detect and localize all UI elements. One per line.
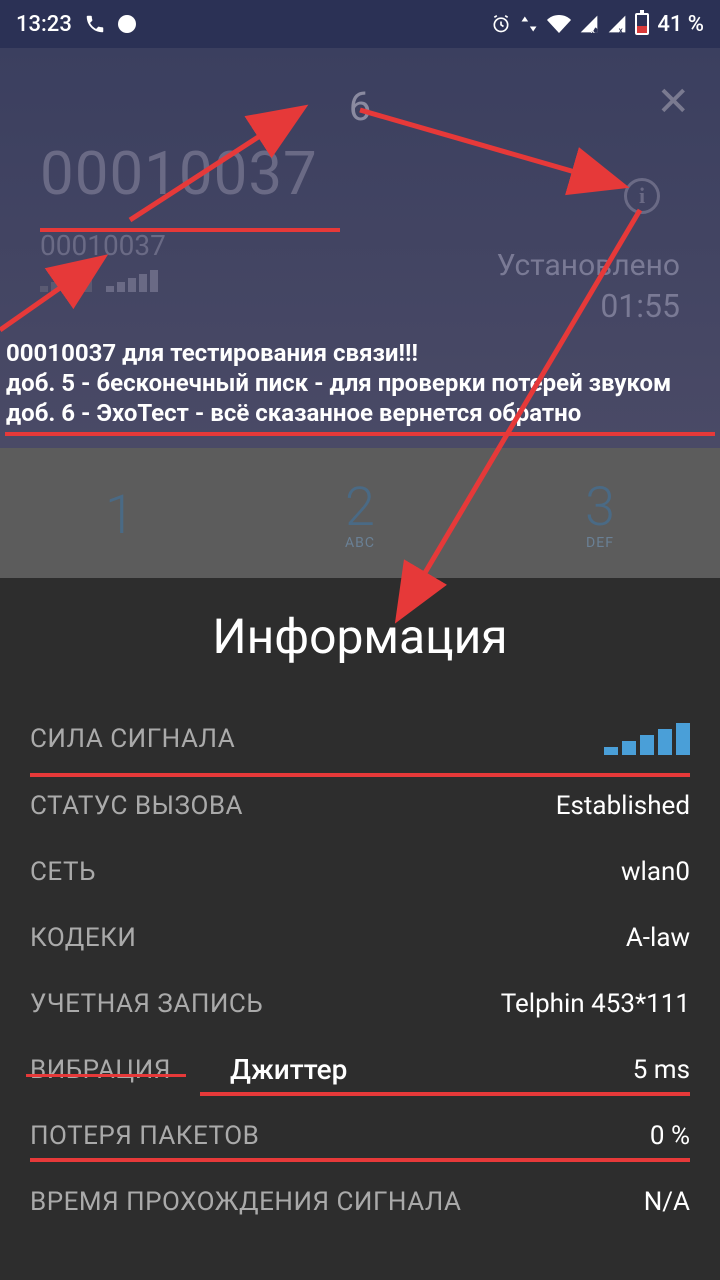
info-value: 0 % [650, 1121, 690, 1151]
status-left: 13:23 [16, 12, 136, 37]
info-row-signal: СИЛА СИГНАЛА [30, 705, 690, 773]
signal-strength-icon [604, 723, 690, 755]
info-row-codecs: КОДЕКИ A-law [30, 905, 690, 971]
info-label: СТАТУС ВЫЗОВА [30, 791, 243, 821]
info-label: СЕТЬ [30, 857, 96, 887]
jitter-annotation: Джиттер [230, 1053, 347, 1086]
underline-packetloss [30, 1158, 690, 1162]
signal-1-icon: x [579, 14, 599, 34]
dial-key-1[interactable]: 1 [0, 448, 240, 578]
dialpad: 1 2 ABC 3 DEF [0, 448, 720, 578]
annotation-text: 00010037 для тестирования связи!!! доб. … [6, 338, 671, 428]
underline-annotation [5, 432, 715, 436]
call-area: 6 ✕ 00010037 00010037 i Установлено 01:5… [0, 48, 720, 448]
strike-vibration [26, 1074, 186, 1077]
signal-2-icon: x [607, 14, 627, 34]
key-number: 3 [585, 476, 615, 539]
call-status-text: Установлено [497, 248, 680, 283]
info-label: ВИБРАЦИЯ [30, 1055, 171, 1085]
info-row-latency: ВРЕМЯ ПРОХОЖДЕНИЯ СИГНАЛА N/A [30, 1169, 690, 1235]
dtmf-digit: 6 [349, 83, 371, 130]
key-letters: ABC [345, 535, 375, 551]
info-row-account: УЧЕТНАЯ ЗАПИСЬ Telphin 453*111 [30, 971, 690, 1037]
underline-jitter [200, 1092, 690, 1096]
close-button[interactable]: ✕ [656, 78, 690, 125]
underline-signal [30, 773, 690, 777]
call-status-block: Установлено 01:55 [497, 248, 680, 325]
annotation-line2: доб. 5 - бесконечный писк - для проверки… [6, 368, 671, 398]
status-bar: 13:23 x x 41 % [0, 0, 720, 48]
info-value: wlan0 [621, 857, 690, 887]
dial-key-3[interactable]: 3 DEF [480, 448, 720, 578]
info-label: ВРЕМЯ ПРОХОЖДЕНИЯ СИГНАЛА [30, 1187, 461, 1217]
info-value: N/A [644, 1187, 690, 1217]
status-time: 13:23 [16, 12, 72, 37]
status-right: x x 41 % [491, 12, 704, 37]
phone-icon [84, 13, 106, 35]
underline-main-number [40, 228, 340, 232]
info-row-call-status: СТАТУС ВЫЗОВА Established [30, 773, 690, 839]
info-value: Telphin 453*111 [501, 989, 690, 1019]
key-letters: DEF [586, 535, 614, 551]
wifi-icon [547, 12, 571, 36]
info-label: УЧЕТНАЯ ЗАПИСЬ [30, 989, 263, 1019]
info-panel: Информация СИЛА СИГНАЛА СТАТУС ВЫЗОВА Es… [0, 578, 720, 1280]
battery-percent: 41 % [657, 12, 704, 37]
info-value: A-law [626, 923, 690, 953]
sort-icon [519, 14, 539, 34]
call-timer: 01:55 [497, 287, 680, 325]
main-number: 00010037 [40, 138, 680, 209]
info-value: 5 ms [633, 1055, 690, 1085]
screen: 13:23 x x 41 % 6 ✕ 00010037 00010037 i У… [0, 0, 720, 1280]
dial-key-2[interactable]: 2 ABC [240, 448, 480, 578]
annotation-line1: 00010037 для тестирования связи!!! [6, 338, 671, 368]
info-value: Established [556, 791, 690, 821]
info-label: ПОТЕРЯ ПАКЕТОВ [30, 1121, 259, 1151]
info-label: СИЛА СИГНАЛА [30, 724, 235, 754]
info-label: КОДЕКИ [30, 923, 136, 953]
info-row-network: СЕТЬ wlan0 [30, 839, 690, 905]
key-number: 1 [105, 484, 135, 547]
info-button[interactable]: i [624, 178, 660, 214]
alarm-icon [491, 14, 511, 34]
annotation-line3: доб. 6 - ЭхоТест - всё сказанное вернетс… [6, 398, 671, 428]
info-title: Информация [30, 608, 690, 665]
status-dot-icon [118, 15, 136, 33]
key-number: 2 [345, 476, 375, 539]
battery-icon [635, 13, 649, 35]
